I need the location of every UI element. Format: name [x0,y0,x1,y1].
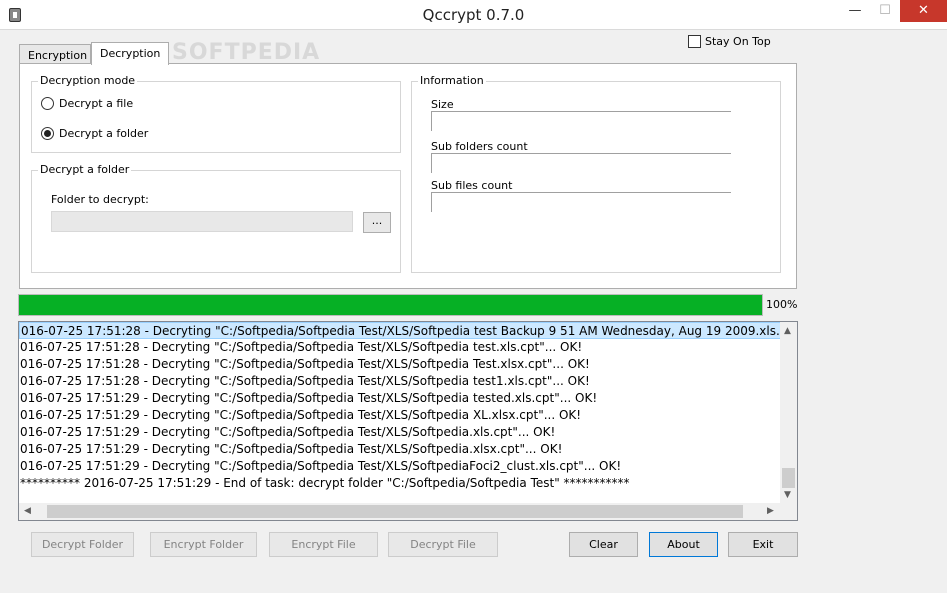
vertical-scrollbar[interactable]: ▲ ▼ [780,322,797,505]
encrypt-file-button[interactable]: Encrypt File [269,532,378,557]
log-row[interactable]: 016-07-25 17:51:29 - Decryting "C:/Softp… [19,390,781,407]
log-row[interactable]: 016-07-25 17:51:29 - Decryting "C:/Softp… [19,424,781,441]
log-row[interactable]: 016-07-25 17:51:29 - Decryting "C:/Softp… [19,407,781,424]
log-list[interactable]: 016-07-25 17:51:28 - Decryting "C:/Softp… [18,321,798,521]
log-row[interactable]: 016-07-25 17:51:28 - Decryting "C:/Softp… [19,339,781,356]
vertical-scroll-thumb[interactable] [782,468,795,488]
log-row[interactable]: 016-07-25 17:51:28 - Decryting "C:/Softp… [19,356,781,373]
decrypt-folder-button[interactable]: Decrypt Folder [31,532,134,557]
decrypt-file-label: Decrypt a file [59,97,134,110]
log-row[interactable]: 016-07-25 17:51:28 - Decryting "C:/Softp… [19,373,781,390]
encrypt-folder-button[interactable]: Encrypt Folder [150,532,257,557]
decrypt-folder-radio[interactable] [41,127,54,140]
decrypt-folder-title: Decrypt a folder [38,163,132,176]
sub-folders-count-value [431,153,731,173]
decrypt-folder-label: Decrypt a folder [59,127,149,140]
log-rows: 016-07-25 17:51:28 - Decryting "C:/Softp… [19,322,797,492]
horizontal-scroll-thumb[interactable] [47,505,743,518]
title-bar: Qccrypt 0.7.0 — ☐ ✕ [0,0,947,30]
information-group: Information Size Sub folders count Sub f… [411,74,781,273]
minimize-button[interactable]: — [840,0,870,22]
folder-path-input[interactable] [51,211,353,232]
stay-on-top-label: Stay On Top [705,35,771,48]
log-row[interactable]: ********** 2016-07-25 17:51:29 - End of … [19,475,781,492]
scroll-down-icon[interactable]: ▼ [784,490,791,500]
decryption-mode-group: Decryption mode Decrypt a file Decrypt a… [31,74,401,153]
decryption-mode-title: Decryption mode [38,74,138,87]
decrypt-folder-option[interactable]: Decrypt a folder [41,127,148,140]
tab-decryption[interactable]: Decryption [91,42,169,65]
decryption-panel: Decryption mode Decrypt a file Decrypt a… [19,63,797,289]
stay-on-top-checkbox[interactable]: Stay On Top [688,35,771,48]
decrypt-file-option[interactable]: Decrypt a file [41,97,133,110]
scroll-corner [780,503,797,520]
checkbox-box[interactable] [688,35,701,48]
sub-folders-count-label: Sub folders count [431,140,528,153]
size-label: Size [431,98,454,111]
folder-to-decrypt-label: Folder to decrypt: [51,193,149,206]
information-title: Information [418,74,486,87]
progress-percent: 100% [766,298,798,311]
decrypt-folder-group: Decrypt a folder Folder to decrypt: ... [31,163,401,273]
maximize-button[interactable]: ☐ [870,0,900,22]
log-row[interactable]: 016-07-25 17:51:28 - Decryting "C:/Softp… [19,322,781,339]
scroll-up-icon[interactable]: ▲ [784,326,791,336]
tab-encryption[interactable]: Encryption [19,44,91,64]
about-button[interactable]: About [649,532,718,557]
window-title: Qccrypt 0.7.0 [422,6,525,24]
log-row[interactable]: 016-07-25 17:51:29 - Decryting "C:/Softp… [19,458,781,475]
horizontal-scrollbar[interactable]: ◀ ▶ [19,503,781,520]
decrypt-file-radio[interactable] [41,97,54,110]
clear-button[interactable]: Clear [569,532,638,557]
close-button[interactable]: ✕ [900,0,947,22]
scroll-right-icon[interactable]: ▶ [767,506,774,516]
exit-button[interactable]: Exit [728,532,798,557]
browse-button[interactable]: ... [363,212,391,233]
progress-bar [18,294,763,316]
scroll-left-icon[interactable]: ◀ [24,506,31,516]
size-value [431,111,731,131]
sub-files-count-label: Sub files count [431,179,513,192]
watermark: SOFTPEDIA [172,40,321,65]
decrypt-file-button[interactable]: Decrypt File [388,532,498,557]
sub-files-count-value [431,192,731,212]
progress-fill [19,295,762,315]
log-row[interactable]: 016-07-25 17:51:29 - Decryting "C:/Softp… [19,441,781,458]
